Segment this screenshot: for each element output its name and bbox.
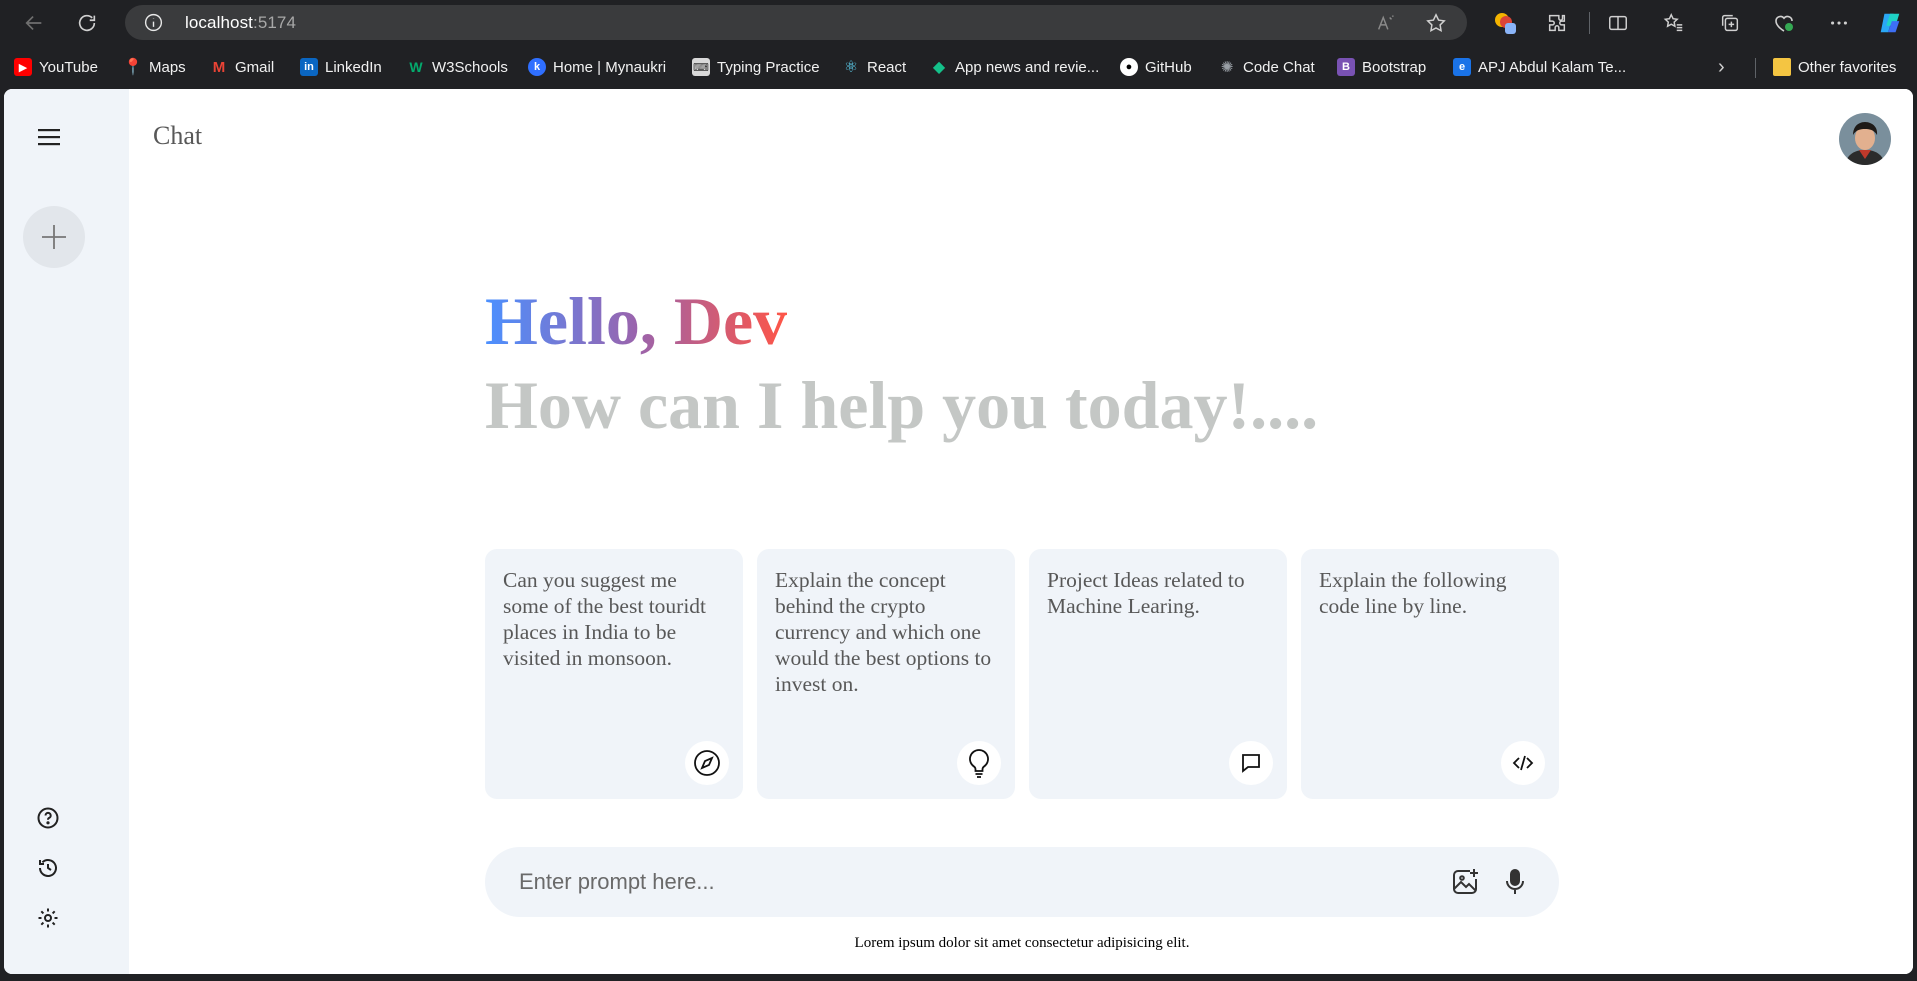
bookmark-youtube[interactable]: ▶ YouTube xyxy=(14,56,98,78)
app-page: Chat Hello, Dev How can I help you today… xyxy=(4,89,1913,974)
collections-icon[interactable] xyxy=(1717,10,1743,36)
bookmark-github[interactable]: ● GitHub xyxy=(1120,56,1192,78)
more-options-icon[interactable] xyxy=(1826,10,1852,36)
favorite-star-icon[interactable] xyxy=(1425,12,1447,34)
microphone-icon[interactable] xyxy=(1499,866,1531,898)
browser-essentials-icon[interactable] xyxy=(1771,10,1797,36)
favbar-divider xyxy=(1755,58,1756,78)
prompt-input[interactable] xyxy=(519,865,1399,899)
suggestion-card[interactable]: Can you suggest me some of the best tour… xyxy=(485,549,743,799)
prompt-box xyxy=(485,847,1559,917)
w3schools-icon: W xyxy=(409,59,423,75)
suggestion-card[interactable]: Project Ideas related to Machine Learing… xyxy=(1029,549,1287,799)
bookmark-gmail[interactable]: M Gmail xyxy=(210,56,274,78)
greeting: Hello, Dev How can I help you today!.... xyxy=(485,279,1318,447)
other-favorites[interactable]: Other favorites xyxy=(1773,56,1896,78)
message-icon xyxy=(1229,741,1273,785)
url-text: localhost:5174 xyxy=(185,13,297,32)
bookmark-bootstrap[interactable]: B Bootstrap xyxy=(1337,56,1426,78)
user-avatar[interactable] xyxy=(1839,113,1891,165)
refresh-button[interactable] xyxy=(72,8,102,38)
favorites-icon[interactable] xyxy=(1661,10,1687,36)
bulb-icon xyxy=(957,741,1001,785)
favorites-bar: ▶ YouTube 📍 Maps M Gmail in LinkedIn W W3Scho… xyxy=(0,45,1917,88)
card-text: Can you suggest me some of the best tour… xyxy=(503,568,707,670)
code-icon xyxy=(1501,741,1545,785)
suggestion-card[interactable]: Explain the concept behind the crypto cu… xyxy=(757,549,1015,799)
read-aloud-icon[interactable] xyxy=(1375,12,1397,34)
plus-icon xyxy=(42,225,66,249)
menu-icon[interactable] xyxy=(31,119,67,155)
app-news-icon: ◆ xyxy=(932,59,946,76)
bookmark-react[interactable]: ⚛ React xyxy=(842,56,906,78)
footer-disclaimer: Lorem ipsum dolor sit amet consectetur a… xyxy=(854,935,1190,951)
sidebar xyxy=(4,89,129,974)
extensions-icon[interactable] xyxy=(1544,10,1570,36)
github-icon: ● xyxy=(1120,58,1138,76)
copilot-icon[interactable] xyxy=(1877,10,1903,36)
bookmark-w3schools[interactable]: W W3Schools xyxy=(407,56,507,78)
suggestion-card[interactable]: Explain the following code line by line. xyxy=(1301,549,1559,799)
code-chat-icon: ✺ xyxy=(1220,59,1234,76)
maps-pin-icon: 📍 xyxy=(123,59,143,76)
bookmark-app-news[interactable]: ◆ App news and revie... xyxy=(930,56,1099,78)
react-icon: ⚛ xyxy=(843,59,859,76)
card-text: Project Ideas related to Machine Learing… xyxy=(1047,568,1245,618)
bookmark-linkedin[interactable]: in LinkedIn xyxy=(300,56,382,78)
card-text: Explain the following code line by line. xyxy=(1319,568,1507,618)
toolbar-divider xyxy=(1589,12,1590,34)
typing-icon: ⌨ xyxy=(692,58,710,76)
browser-toolbar: localhost:5174 xyxy=(0,0,1917,45)
greeting-name: Hello, Dev xyxy=(485,283,788,359)
bookmark-mynaukri[interactable]: k Home | Mynaukri xyxy=(528,56,666,78)
main-content: Chat Hello, Dev How can I help you today… xyxy=(129,89,1913,974)
greeting-subtitle: How can I help you today!.... xyxy=(485,367,1319,443)
bookmark-apj-abdul-kalam[interactable]: e APJ Abdul Kalam Te... xyxy=(1453,56,1626,78)
address-bar[interactable]: localhost:5174 xyxy=(125,5,1467,40)
youtube-icon: ▶ xyxy=(14,58,32,76)
site-info-icon[interactable] xyxy=(143,12,164,33)
bookmark-maps[interactable]: 📍 Maps xyxy=(123,56,186,78)
split-screen-icon[interactable] xyxy=(1605,10,1631,36)
mynaukri-icon: k xyxy=(528,58,546,76)
back-button[interactable] xyxy=(19,8,49,38)
page-title: Chat xyxy=(153,121,203,150)
more-bookmarks-chevron-icon[interactable]: › xyxy=(1718,56,1725,78)
suggestion-cards: Can you suggest me some of the best tour… xyxy=(485,549,1559,799)
bookmark-typing-practice[interactable]: ⌨ Typing Practice xyxy=(692,56,820,78)
history-icon[interactable] xyxy=(34,854,62,882)
extension-color-icon[interactable] xyxy=(1492,10,1518,36)
card-text: Explain the concept behind the crypto cu… xyxy=(775,568,992,696)
bootstrap-icon: B xyxy=(1337,58,1355,76)
gmail-icon: M xyxy=(212,58,226,76)
image-upload-icon[interactable] xyxy=(1449,866,1481,898)
new-chat-button[interactable] xyxy=(23,206,85,268)
linkedin-icon: in xyxy=(300,58,318,76)
settings-gear-icon[interactable] xyxy=(34,904,62,932)
folder-icon xyxy=(1773,58,1791,76)
bookmark-code-chat[interactable]: ✺ Code Chat xyxy=(1218,56,1315,78)
apj-icon: e xyxy=(1453,58,1471,76)
compass-icon xyxy=(685,741,729,785)
help-icon[interactable] xyxy=(34,804,62,832)
